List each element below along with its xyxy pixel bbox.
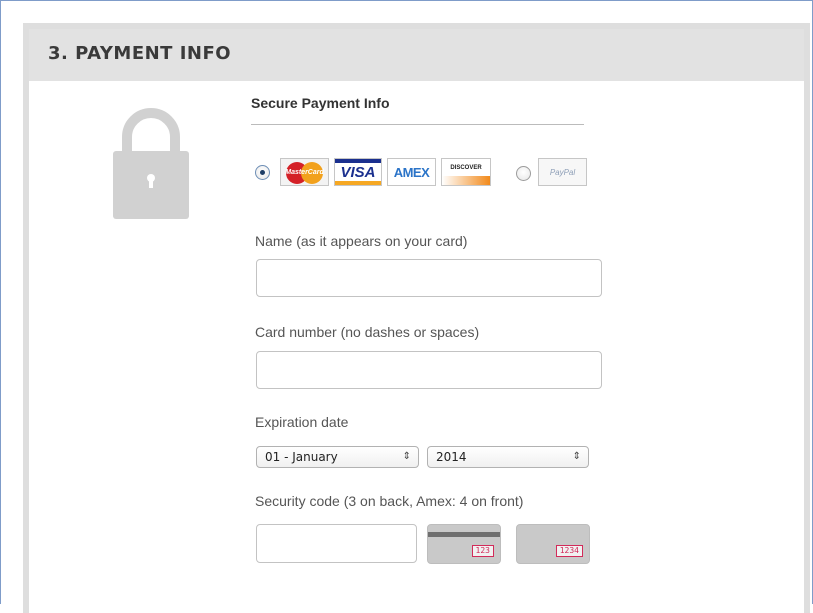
cvv-front-example-image: 1234: [516, 524, 590, 564]
card-number-input[interactable]: [256, 351, 602, 389]
card-number-label: Card number (no dashes or spaces): [255, 324, 480, 340]
page-frame: 3. PAYMENT INFO Secure Payment Info Mast…: [0, 0, 813, 613]
payment-panel: 3. PAYMENT INFO Secure Payment Info Mast…: [23, 23, 810, 613]
amex-logo-text: AMEX: [393, 164, 430, 180]
section-divider: [251, 124, 584, 125]
cvv-back-example-image: 123: [427, 524, 501, 564]
card-payment-radio[interactable]: [255, 165, 270, 180]
discover-logo-text: DISCOVER: [450, 165, 482, 171]
select-arrows-icon: ⇕: [402, 451, 411, 462]
mastercard-logo: MasterCard: [280, 158, 329, 186]
panel-header: 3. PAYMENT INFO: [29, 29, 804, 81]
expiration-month-value: 01 - January: [265, 450, 338, 464]
paypal-logo-text: PayPal: [549, 167, 576, 177]
magnetic-stripe: [428, 532, 500, 537]
amex-logo: AMEX: [387, 158, 436, 186]
secure-payment-title: Secure Payment Info: [251, 95, 390, 111]
paypal-payment-radio[interactable]: [516, 166, 531, 181]
paypal-logo: PayPal: [538, 158, 587, 186]
visa-logo-text: VISA: [340, 163, 376, 181]
panel-title: 3. PAYMENT INFO: [48, 43, 232, 64]
discover-logo: DISCOVER: [441, 158, 491, 186]
security-code-label: Security code (3 on back, Amex: 4 on fro…: [255, 493, 524, 509]
cvv-back-code: 123: [471, 545, 494, 557]
mastercard-logo-text: MasterCard: [285, 168, 324, 176]
expiration-label: Expiration date: [255, 414, 349, 430]
expiration-year-select[interactable]: 2014 ⇕: [427, 446, 589, 468]
expiration-month-select[interactable]: 01 - January ⇕: [256, 446, 419, 468]
lock-icon: [113, 108, 189, 219]
cvv-front-code: 1234: [555, 545, 583, 557]
security-code-input[interactable]: [256, 524, 417, 563]
visa-logo: VISA: [334, 158, 382, 186]
name-label: Name (as it appears on your card): [255, 233, 468, 249]
expiration-year-value: 2014: [436, 450, 467, 464]
select-arrows-icon: ⇕: [572, 451, 581, 462]
name-input[interactable]: [256, 259, 602, 297]
